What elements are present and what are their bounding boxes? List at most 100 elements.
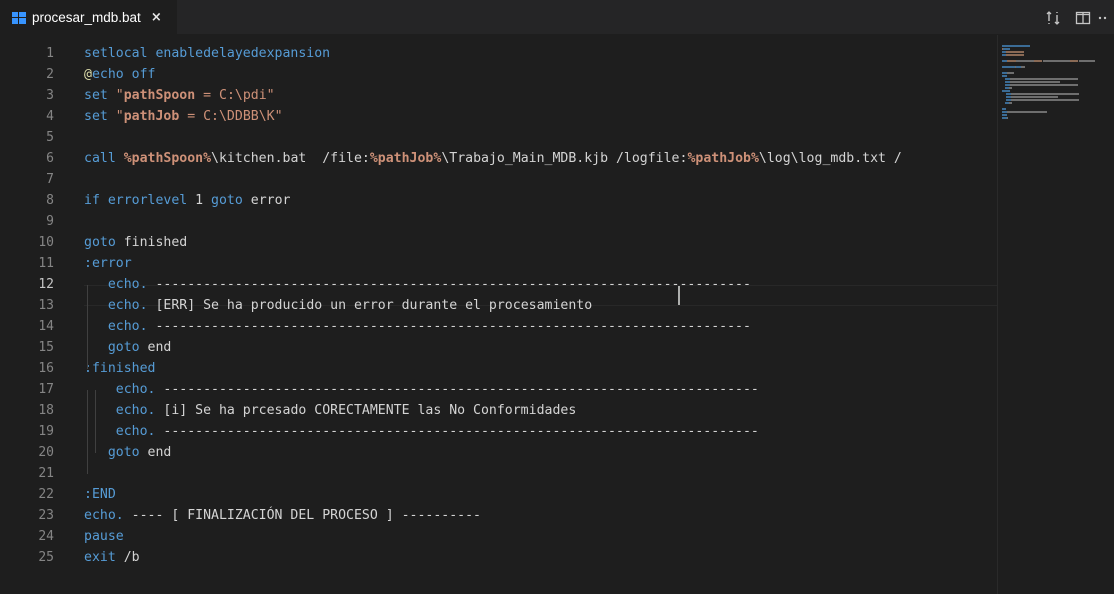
code-line[interactable]: 8 if errorlevel 1 goto error: [0, 190, 1000, 211]
minimap-line: [1002, 90, 1011, 92]
minimap[interactable]: [997, 35, 1114, 594]
code-line[interactable]: 18 echo. [i] Se ha prcesado CORECTAMENTE…: [0, 400, 1000, 421]
code-token: error: [250, 193, 291, 208]
code-line[interactable]: 4 set "pathJob = C:\DDBB\K": [0, 106, 1000, 127]
minimap-line: [1010, 81, 1060, 83]
minimap-line: [1006, 60, 1017, 62]
minimap-line: [1009, 87, 1012, 89]
line-number: 11: [38, 256, 54, 271]
line-number: 9: [46, 214, 54, 229]
code-line[interactable]: 24 pause: [0, 526, 1000, 547]
minimap-line: [1002, 108, 1006, 110]
code-text: echo. ----------------------------------…: [84, 421, 759, 442]
code-token: @: [84, 67, 92, 82]
open-changes-icon[interactable]: [1038, 0, 1068, 35]
minimap-line: [1042, 60, 1071, 62]
code-line[interactable]: 15 goto end: [0, 337, 1000, 358]
code-line[interactable]: 11:error: [0, 253, 1000, 274]
code-text: goto end: [84, 442, 172, 463]
minimap-line: [1002, 75, 1008, 77]
line-number: 17: [38, 382, 54, 397]
minimap-line: [1006, 117, 1009, 119]
code-line[interactable]: 25 exit /b: [0, 547, 1000, 568]
minimap-line: [1034, 60, 1043, 62]
line-number: 6: [46, 151, 54, 166]
line-number: 14: [38, 319, 54, 334]
minimap-line: [1002, 66, 1015, 68]
code-line[interactable]: 3 set "pathSpoon = C:\pdi": [0, 85, 1000, 106]
line-number: 7: [46, 172, 54, 187]
code-token: echo.: [107, 298, 156, 313]
code-token: pause: [84, 529, 124, 544]
line-number: 18: [38, 403, 54, 418]
code-token: pathSpoon: [123, 88, 196, 103]
line-number: 12: [38, 277, 54, 292]
line-number: 15: [38, 340, 54, 355]
code-line[interactable]: 9: [0, 211, 1000, 232]
code-token: %pathJob%: [687, 151, 759, 166]
code-line[interactable]: 14 echo. -------------------------------…: [0, 316, 1000, 337]
line-number: 20: [38, 445, 54, 460]
indent-guide: [95, 390, 96, 453]
code-token: ---- [ FINALIZACIÓN DEL PROCESO ] ------…: [131, 508, 481, 523]
code-text: echo. ----------------------------------…: [84, 316, 751, 337]
code-token: :END: [84, 487, 116, 502]
code-line[interactable]: 23 echo. ---- [ FINALIZACIÓN DEL PROCESO …: [0, 505, 1000, 526]
code-token: if errorlevel: [84, 193, 196, 208]
code-text: if errorlevel 1 goto error: [84, 190, 290, 211]
line-number: 4: [46, 109, 54, 124]
code-line[interactable]: 6 call %pathSpoon%\kitchen.bat /file:%pat…: [0, 148, 1000, 169]
code-editor[interactable]: 1 setlocal enabledelayedexpansion 2 @echo o…: [0, 35, 1114, 594]
tab-procesar-mdb[interactable]: procesar_mdb.bat ×: [0, 0, 177, 35]
code-line[interactable]: 22:END: [0, 484, 1000, 505]
close-icon[interactable]: ×: [151, 10, 162, 25]
indent-guide: [87, 390, 88, 474]
line-number: 24: [38, 529, 54, 544]
code-token: echo.: [107, 319, 156, 334]
code-token: \Trabajo_Main_MDB.kjb /logfile:: [441, 151, 688, 166]
code-line[interactable]: 13 echo. [ERR] Se ha producido un error …: [0, 295, 1000, 316]
editor-tab-bar: procesar_mdb.bat ×: [0, 0, 1114, 35]
code-token: /b: [123, 550, 140, 565]
code-line[interactable]: 16:finished: [0, 358, 1000, 379]
minimap-line: [1020, 66, 1026, 68]
text-cursor: [678, 286, 680, 305]
line-number: 10: [38, 235, 54, 250]
code-token: goto: [107, 340, 148, 355]
code-line[interactable]: 10 goto finished: [0, 232, 1000, 253]
line-number: 8: [46, 193, 54, 208]
code-text: set "pathJob = C:\DDBB\K": [84, 106, 283, 127]
code-line[interactable]: 2 @echo off: [0, 64, 1000, 85]
code-text: @echo off: [84, 64, 155, 85]
code-token: echo off: [91, 67, 156, 82]
minimap-line: [1002, 45, 1030, 47]
code-token: set: [84, 88, 116, 103]
split-editor-icon[interactable]: [1068, 0, 1098, 35]
code-line[interactable]: 20 goto end: [0, 442, 1000, 463]
line-number: 25: [38, 550, 54, 565]
minimap-line: [1078, 60, 1095, 62]
code-line[interactable]: 19 echo. -------------------------------…: [0, 421, 1000, 442]
minimap-line: [1016, 60, 1035, 62]
minimap-line: [1014, 51, 1024, 53]
code-line[interactable]: 21: [0, 463, 1000, 484]
code-line[interactable]: 7: [0, 169, 1000, 190]
code-text: echo. [ERR] Se ha producido un error dur…: [84, 295, 592, 316]
code-text: echo. [i] Se ha prcesado CORECTAMENTE la…: [84, 400, 577, 421]
code-line[interactable]: 12 echo. -------------------------------…: [0, 274, 1000, 295]
code-token: = C:\DDBB\K": [179, 109, 283, 124]
code-token: %pathSpoon%: [123, 151, 212, 166]
minimap-line: [1070, 60, 1079, 62]
code-token: echo.: [107, 277, 156, 292]
code-line[interactable]: 5: [0, 127, 1000, 148]
code-line[interactable]: 17 echo. -------------------------------…: [0, 379, 1000, 400]
code-line[interactable]: 1 setlocal enabledelayedexpansion: [0, 43, 1000, 64]
tab-label: procesar_mdb.bat: [32, 10, 141, 25]
minimap-line: [1011, 96, 1058, 98]
code-token: [i] Se ha prcesado CORECTAMENTE las No C…: [163, 403, 577, 418]
code-token: ": [115, 88, 124, 103]
more-actions-icon[interactable]: [1098, 0, 1114, 35]
code-text: set "pathSpoon = C:\pdi": [84, 85, 275, 106]
minimap-line: [1002, 48, 1011, 50]
